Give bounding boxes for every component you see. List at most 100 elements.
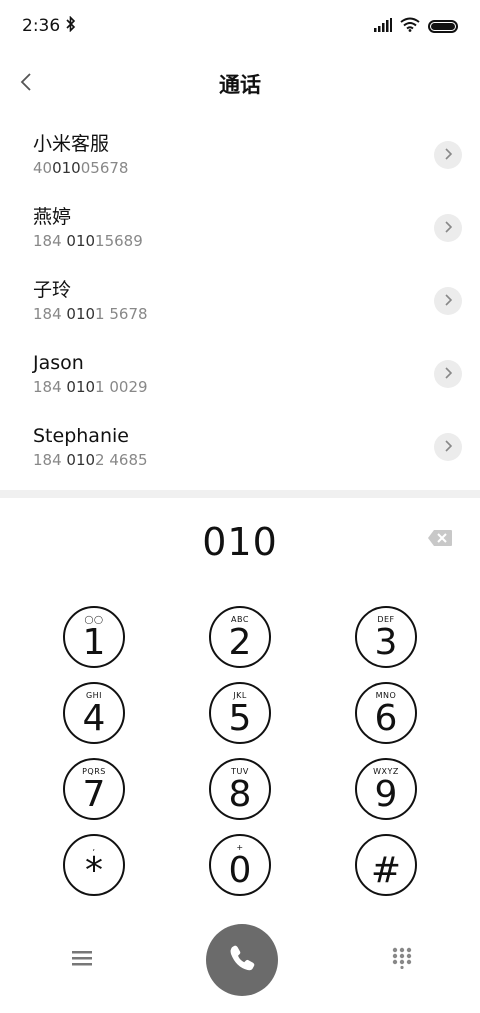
call-button[interactable] bbox=[206, 924, 278, 996]
number-match: 010 bbox=[66, 377, 96, 396]
key-digit: 6 bbox=[374, 698, 398, 739]
delete-button[interactable] bbox=[426, 529, 454, 551]
contact-detail-button[interactable] bbox=[434, 140, 462, 169]
contact-list: 小米客服 4001005678 燕婷 184 01015689 子玲 184 0… bbox=[0, 118, 480, 483]
chevron-right-icon bbox=[444, 437, 453, 456]
key-digit: 7 bbox=[82, 774, 106, 815]
dialpad-icon bbox=[392, 947, 412, 973]
dialpad-toggle-button[interactable] bbox=[390, 947, 414, 973]
menu-button[interactable] bbox=[70, 948, 94, 972]
key-9[interactable]: WXYZ 9 bbox=[355, 758, 417, 820]
contact-row[interactable]: 小米客服 4001005678 bbox=[0, 118, 480, 191]
number-prefix: 184 bbox=[33, 231, 67, 250]
number-suffix: 15689 bbox=[95, 231, 143, 250]
number-suffix: 05678 bbox=[80, 158, 129, 177]
contact-text: Jason 184 0101 0029 bbox=[33, 351, 148, 397]
key-hash[interactable]: # bbox=[355, 834, 417, 896]
contact-row[interactable]: Stephanie 184 0102 4685 bbox=[0, 410, 480, 483]
key-digit: 8 bbox=[228, 774, 252, 815]
page-title: 通话 bbox=[219, 73, 261, 97]
contact-row[interactable]: Jason 184 0101 0029 bbox=[0, 337, 480, 410]
number-suffix: 1 0029 bbox=[95, 377, 148, 396]
chevron-right-icon bbox=[444, 364, 453, 383]
contact-name: 子玲 bbox=[33, 278, 72, 301]
signal-icon bbox=[374, 17, 392, 36]
number-match: 010 bbox=[66, 231, 96, 250]
contact-name: Jason bbox=[33, 351, 84, 374]
title-bar: 通话 bbox=[0, 58, 480, 110]
keypad: ◯◯ 1 ABC 2 DEF 3 GHI 4 JKL 5 MNO 6 PQRS … bbox=[0, 606, 480, 910]
contact-number: 184 0101 0029 bbox=[33, 377, 148, 397]
key-star[interactable]: , * bbox=[63, 834, 125, 896]
key-8[interactable]: TUV 8 bbox=[209, 758, 271, 820]
menu-icon bbox=[72, 950, 92, 970]
chevron-left-icon bbox=[20, 72, 32, 96]
contact-name: 燕婷 bbox=[33, 205, 72, 228]
bluetooth-icon bbox=[66, 15, 76, 37]
contact-name: 小米客服 bbox=[33, 132, 110, 155]
battery-level bbox=[431, 22, 455, 30]
chevron-right-icon bbox=[444, 291, 453, 310]
key-digit: * bbox=[85, 850, 103, 891]
contact-detail-button[interactable] bbox=[434, 432, 462, 461]
status-time: 2:36 bbox=[22, 16, 61, 36]
bottom-bar bbox=[0, 924, 480, 996]
key-digit: 4 bbox=[82, 698, 106, 739]
key-digit: # bbox=[370, 850, 402, 891]
contact-name: Stephanie bbox=[33, 424, 129, 447]
contact-text: Stephanie 184 0102 4685 bbox=[33, 424, 148, 470]
dial-display: 010 bbox=[0, 512, 480, 572]
number-prefix: 184 bbox=[33, 304, 67, 323]
backspace-icon bbox=[427, 529, 453, 551]
status-left: 2:36 bbox=[22, 15, 76, 37]
number-suffix: 1 5678 bbox=[95, 304, 148, 323]
key-0[interactable]: + 0 bbox=[209, 834, 271, 896]
keypad-row: , * + 0 # bbox=[0, 834, 480, 910]
key-6[interactable]: MNO 6 bbox=[355, 682, 417, 744]
back-button[interactable] bbox=[8, 66, 44, 102]
chevron-right-icon bbox=[444, 145, 453, 164]
key-7[interactable]: PQRS 7 bbox=[63, 758, 125, 820]
contact-number: 184 0101 5678 bbox=[33, 304, 148, 324]
number-prefix: 184 bbox=[33, 377, 67, 396]
key-digit: 0 bbox=[228, 850, 252, 891]
number-match: 010 bbox=[66, 450, 96, 469]
key-digit: 2 bbox=[228, 622, 252, 663]
key-digit: 1 bbox=[82, 622, 106, 663]
contact-row[interactable]: 燕婷 184 01015689 bbox=[0, 191, 480, 264]
number-match: 010 bbox=[66, 304, 96, 323]
status-right bbox=[374, 17, 458, 36]
key-4[interactable]: GHI 4 bbox=[63, 682, 125, 744]
dialed-number: 010 bbox=[202, 520, 278, 564]
keypad-row: ◯◯ 1 ABC 2 DEF 3 bbox=[0, 606, 480, 682]
contact-text: 子玲 184 0101 5678 bbox=[33, 278, 148, 324]
contact-number: 184 0102 4685 bbox=[33, 450, 148, 470]
phone-icon bbox=[227, 943, 257, 977]
contact-detail-button[interactable] bbox=[434, 286, 462, 315]
number-prefix: 40 bbox=[33, 158, 53, 177]
battery-icon bbox=[428, 19, 458, 33]
wifi-icon bbox=[400, 17, 420, 36]
contact-text: 小米客服 4001005678 bbox=[33, 132, 128, 178]
key-3[interactable]: DEF 3 bbox=[355, 606, 417, 668]
contact-number: 184 01015689 bbox=[33, 231, 143, 251]
chevron-right-icon bbox=[444, 218, 453, 237]
keypad-row: PQRS 7 TUV 8 WXYZ 9 bbox=[0, 758, 480, 834]
key-digit: 5 bbox=[228, 698, 252, 739]
section-divider bbox=[0, 490, 480, 498]
number-prefix: 184 bbox=[33, 450, 67, 469]
key-digit: 3 bbox=[374, 622, 398, 663]
contact-text: 燕婷 184 01015689 bbox=[33, 205, 143, 251]
contact-row[interactable]: 子玲 184 0101 5678 bbox=[0, 264, 480, 337]
contact-detail-button[interactable] bbox=[434, 359, 462, 388]
key-2[interactable]: ABC 2 bbox=[209, 606, 271, 668]
number-suffix: 2 4685 bbox=[95, 450, 148, 469]
key-digit: 9 bbox=[374, 774, 398, 815]
keypad-row: GHI 4 JKL 5 MNO 6 bbox=[0, 682, 480, 758]
key-1[interactable]: ◯◯ 1 bbox=[63, 606, 125, 668]
contact-detail-button[interactable] bbox=[434, 213, 462, 242]
status-bar: 2:36 bbox=[0, 0, 480, 52]
contact-number: 4001005678 bbox=[33, 158, 128, 178]
number-match: 010 bbox=[52, 158, 81, 177]
key-5[interactable]: JKL 5 bbox=[209, 682, 271, 744]
